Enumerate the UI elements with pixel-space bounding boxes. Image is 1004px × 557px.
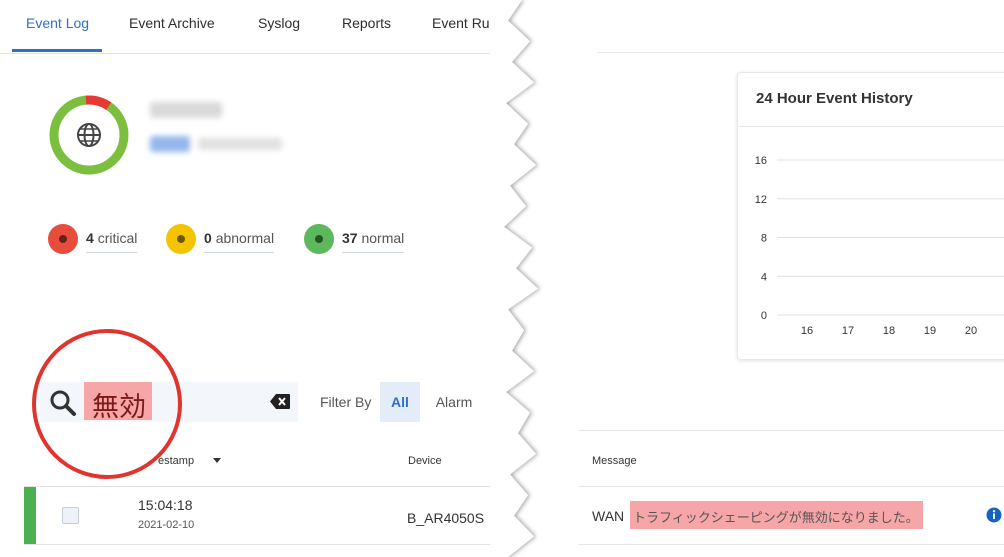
chart-y-tick-label: 0 bbox=[761, 310, 767, 322]
tab-event-archive[interactable]: Event Archive bbox=[129, 15, 215, 31]
filter-all-button[interactable]: All bbox=[380, 382, 420, 422]
sort-down-icon[interactable] bbox=[212, 455, 222, 465]
event-history-chart: 16 12 8 4 0 16 17 18 19 20 bbox=[755, 155, 1004, 337]
message-top-divider bbox=[578, 430, 1004, 431]
abnormal-status-icon bbox=[166, 224, 196, 254]
severity-indicator bbox=[24, 487, 36, 544]
device-column-header[interactable]: Device bbox=[408, 455, 442, 467]
chart-x-tick-label: 20 bbox=[965, 325, 977, 337]
event-log-panel: Event Log Event Archive Syslog Reports E… bbox=[0, 0, 540, 557]
chart-y-tick-label: 8 bbox=[761, 233, 767, 245]
globe-icon bbox=[77, 123, 101, 147]
site-detail-redacted bbox=[198, 138, 282, 150]
critical-status-icon bbox=[48, 224, 78, 254]
tab-bar: Event Log Event Archive Syslog Reports E… bbox=[0, 0, 540, 54]
abnormal-number: 0 bbox=[204, 230, 212, 246]
backspace-icon[interactable] bbox=[270, 394, 290, 409]
timestamp-column-header[interactable]: estamp bbox=[158, 455, 194, 467]
info-icon[interactable] bbox=[986, 507, 1002, 523]
normal-number: 37 bbox=[342, 230, 358, 246]
chart-y-tick-label: 16 bbox=[755, 155, 767, 167]
site-badge-redacted bbox=[150, 136, 190, 152]
event-time: 15:04:18 bbox=[138, 497, 193, 513]
chart-x-tick-label: 18 bbox=[883, 325, 895, 337]
normal-status-icon bbox=[304, 224, 334, 254]
chart-y-tick-label: 4 bbox=[761, 271, 767, 283]
chart-x-tick-label: 19 bbox=[924, 325, 936, 337]
torn-edge-divider bbox=[490, 0, 580, 557]
header-divider bbox=[24, 486, 540, 487]
site-status-donut bbox=[49, 95, 129, 175]
abnormal-label: abnormal bbox=[215, 230, 275, 246]
normal-label: normal bbox=[361, 230, 405, 246]
tab-reports[interactable]: Reports bbox=[342, 15, 391, 31]
tab-syslog[interactable]: Syslog bbox=[258, 15, 300, 31]
row-checkbox[interactable] bbox=[62, 507, 79, 524]
message-row-divider bbox=[578, 544, 1004, 545]
row-divider bbox=[24, 544, 540, 545]
chart-x-tick-label: 17 bbox=[842, 325, 854, 337]
message-column-header[interactable]: Message bbox=[592, 455, 637, 467]
active-tab-indicator bbox=[12, 49, 102, 52]
event-history-title: 24 Hour Event History bbox=[756, 90, 913, 107]
message-highlight: トラフィックシェーピングが無効になりました。 bbox=[630, 501, 923, 529]
critical-number: 4 bbox=[86, 230, 94, 246]
event-date: 2021-02-10 bbox=[138, 519, 195, 531]
right-top-divider bbox=[598, 52, 1004, 53]
event-device[interactable]: B_AR4050S bbox=[407, 510, 484, 526]
filter-alarm-button[interactable]: Alarm bbox=[426, 382, 482, 422]
chart-x-tick-label: 16 bbox=[801, 325, 813, 337]
chart-y-tick-label: 12 bbox=[755, 194, 767, 206]
message-header-divider bbox=[578, 486, 1004, 487]
message-prefix: WAN bbox=[592, 508, 625, 524]
filter-by-label: Filter By bbox=[320, 394, 372, 410]
critical-label: critical bbox=[97, 230, 138, 246]
site-name-redacted bbox=[150, 102, 222, 118]
tab-event-log[interactable]: Event Log bbox=[26, 15, 89, 31]
